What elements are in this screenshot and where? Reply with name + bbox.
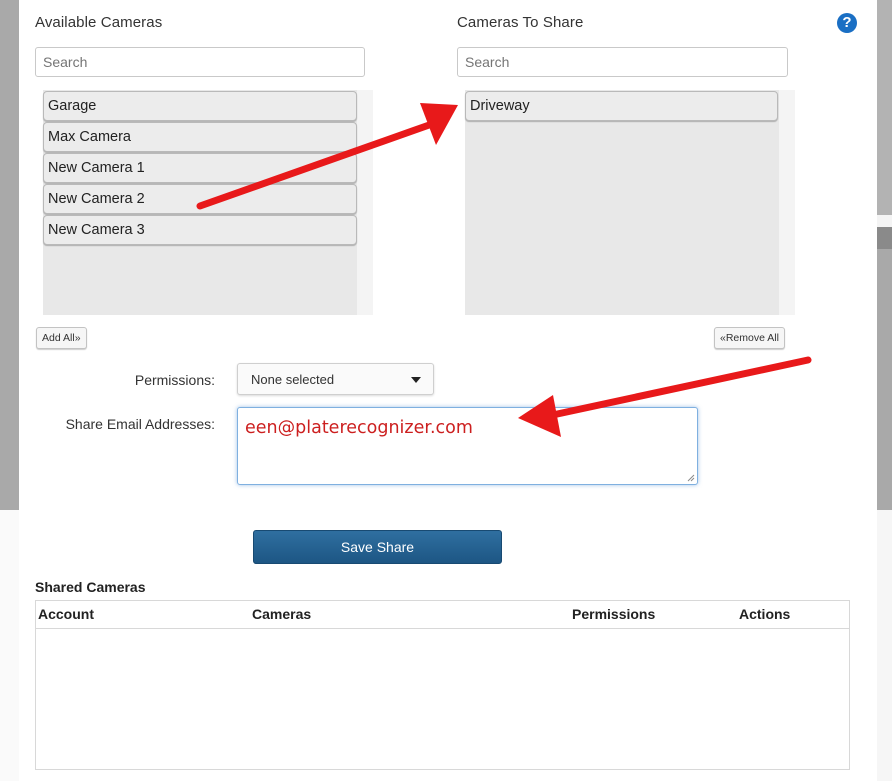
- share-emails-textarea[interactable]: een@platerecognizer.com: [237, 407, 698, 485]
- share-cameras-modal: Available Cameras Garage Max Camera New …: [19, 0, 877, 781]
- available-cameras-title: Available Cameras: [35, 14, 163, 31]
- remove-all-button[interactable]: «Remove All: [714, 327, 785, 349]
- camera-name: New Camera 2: [48, 191, 145, 207]
- backdrop-left-low: [0, 510, 19, 781]
- camera-name: Driveway: [470, 98, 530, 114]
- cameras-to-share-title: Cameras To Share: [457, 14, 584, 31]
- save-share-button[interactable]: Save Share: [253, 530, 502, 564]
- available-search-input[interactable]: [35, 47, 365, 77]
- backdrop-right-dark: [877, 227, 892, 249]
- share-search-input[interactable]: [457, 47, 788, 77]
- caret-down-icon: [411, 377, 421, 383]
- backdrop-left: [0, 0, 19, 510]
- available-list-scrollbar[interactable]: [357, 90, 373, 315]
- available-camera-item[interactable]: New Camera 3: [43, 215, 357, 245]
- column-account: Account: [38, 606, 94, 622]
- camera-name: Garage: [48, 98, 97, 114]
- backdrop-right-top: [877, 0, 892, 215]
- permissions-select[interactable]: None selected: [237, 363, 434, 395]
- column-actions: Actions: [739, 606, 791, 622]
- share-list-scrollbar[interactable]: [779, 90, 795, 315]
- camera-name: New Camera 3: [48, 222, 145, 238]
- camera-name: New Camera 1: [48, 160, 145, 176]
- backdrop-right-band: [877, 215, 892, 227]
- column-permissions: Permissions: [572, 606, 656, 622]
- table-header: Account Cameras Permissions Actions: [36, 601, 849, 629]
- share-camera-item[interactable]: Driveway: [465, 91, 778, 121]
- share-emails-label: Share Email Addresses:: [65, 416, 215, 432]
- shared-cameras-table: Account Cameras Permissions Actions: [35, 600, 850, 770]
- backdrop-right-low: [877, 510, 892, 781]
- column-cameras: Cameras: [252, 606, 312, 622]
- available-camera-item[interactable]: Garage: [43, 91, 357, 121]
- permissions-label: Permissions:: [134, 372, 215, 388]
- resize-grip-icon[interactable]: [687, 474, 695, 482]
- question-circle-icon[interactable]: ?: [837, 13, 857, 33]
- add-all-button[interactable]: Add All»: [36, 327, 87, 349]
- camera-name: Max Camera: [48, 129, 131, 145]
- available-camera-item[interactable]: New Camera 2: [43, 184, 357, 214]
- email-value: een@platerecognizer.com: [245, 418, 473, 438]
- cameras-to-share-list[interactable]: [465, 90, 780, 315]
- permissions-selected-value: None selected: [251, 372, 335, 387]
- available-camera-item[interactable]: New Camera 1: [43, 153, 357, 183]
- available-camera-item[interactable]: Max Camera: [43, 122, 357, 152]
- shared-cameras-title: Shared Cameras: [35, 579, 146, 595]
